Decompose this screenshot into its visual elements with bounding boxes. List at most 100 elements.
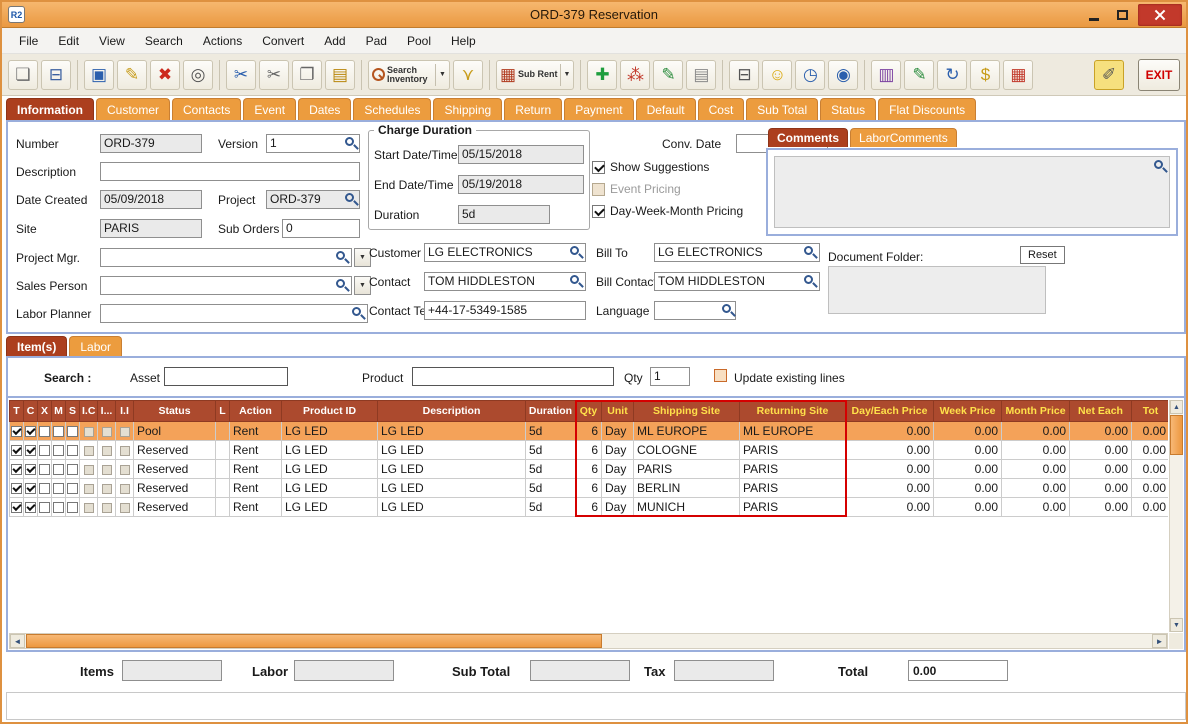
tab-shipping[interactable]: Shipping xyxy=(433,98,503,120)
menu-add[interactable]: Add xyxy=(315,31,354,51)
row-checkbox-cell[interactable] xyxy=(65,478,80,498)
horizontal-scroll-thumb[interactable] xyxy=(26,634,602,648)
scroll-right-button[interactable]: ► xyxy=(1152,634,1167,648)
tab-return[interactable]: Return xyxy=(504,98,563,120)
menu-pool[interactable]: Pool xyxy=(398,31,440,51)
row-checkbox-cell[interactable] xyxy=(51,497,66,517)
table-row[interactable]: Reserved Rent LG LED LG LED 5d 6 Day PARIS PARIS… xyxy=(9,459,1168,479)
transfer-button[interactable]: ↻ xyxy=(937,59,968,90)
reset-button[interactable]: Reset xyxy=(1020,246,1065,264)
row-checkbox-cell[interactable] xyxy=(51,440,66,460)
row-checkbox-cell[interactable] xyxy=(23,440,38,460)
table-row[interactable]: Reserved Rent LG LED LG LED 5d 6 Day BERLIN PARI… xyxy=(9,478,1168,498)
menu-edit[interactable]: Edit xyxy=(49,31,88,51)
row-checkbox-cell[interactable] xyxy=(65,497,80,517)
row-checkbox-cell[interactable] xyxy=(9,440,24,460)
tab-payment[interactable]: Payment xyxy=(564,98,634,120)
row-checkbox-cell[interactable] xyxy=(65,421,80,441)
row-checkbox[interactable] xyxy=(53,464,64,476)
number-field[interactable]: ORD-379 xyxy=(100,134,202,153)
col-header-i[interactable]: I... xyxy=(97,400,116,422)
col-header-x[interactable]: X xyxy=(37,400,52,422)
table-row[interactable]: Reserved Rent LG LED LG LED 5d 6 Day COLOGNE PAR… xyxy=(9,440,1168,460)
start-date-field[interactable]: 05/15/2018 xyxy=(458,145,584,164)
menu-pad[interactable]: Pad xyxy=(357,31,396,51)
row-checkbox[interactable] xyxy=(25,502,36,514)
row-checkbox-cell[interactable] xyxy=(9,497,24,517)
history-button[interactable]: ◷ xyxy=(795,59,826,90)
menu-actions[interactable]: Actions xyxy=(194,31,251,51)
row-checkbox[interactable] xyxy=(67,464,78,476)
site-field[interactable]: PARIS xyxy=(100,219,202,238)
vertical-scrollbar[interactable]: ▲ ▼ xyxy=(1169,400,1183,632)
row-checkbox-cell[interactable] xyxy=(65,440,80,460)
row-checkbox-cell[interactable] xyxy=(9,421,24,441)
dropdown-arrow-icon[interactable]: ▼ xyxy=(435,63,446,86)
maximize-button[interactable] xyxy=(1110,5,1134,25)
row-checkbox[interactable] xyxy=(25,483,36,495)
tab-cost[interactable]: Cost xyxy=(697,98,745,120)
row-checkbox-cell[interactable] xyxy=(37,421,52,441)
tab-dates[interactable]: Dates xyxy=(298,98,352,120)
tab-laborcomments[interactable]: LaborComments xyxy=(850,128,957,147)
project-lookup-icon[interactable] xyxy=(345,193,354,202)
note-edit-button[interactable]: ✎ xyxy=(653,59,684,90)
day-week-month-pricing-checkbox[interactable] xyxy=(592,204,605,218)
tab-contacts[interactable]: Contacts xyxy=(172,98,242,120)
col-header-s[interactable]: S xyxy=(65,400,80,422)
asset-input[interactable] xyxy=(164,367,288,386)
col-header-month-price[interactable]: Month Price xyxy=(1001,400,1070,422)
table-row[interactable]: Pool Rent LG LED LG LED 5d 6 Day ML EUROPE ML EU… xyxy=(9,421,1168,441)
pool-button[interactable]: ⁂ xyxy=(620,59,651,90)
row-checkbox[interactable] xyxy=(67,483,78,495)
col-header-l[interactable]: L xyxy=(215,400,230,422)
row-checkbox[interactable] xyxy=(53,502,64,514)
cut-button[interactable]: ✂ xyxy=(259,59,289,90)
row-checkbox-cell[interactable] xyxy=(65,459,80,479)
row-checkbox[interactable] xyxy=(11,502,22,514)
row-checkbox[interactable] xyxy=(39,483,50,495)
row-checkbox[interactable] xyxy=(25,464,36,476)
row-checkbox[interactable] xyxy=(39,464,50,476)
edit-button[interactable]: ✎ xyxy=(117,59,147,90)
row-checkbox[interactable] xyxy=(53,426,64,438)
tab-status[interactable]: Status xyxy=(820,98,877,120)
pour-button[interactable]: ⋎ xyxy=(452,59,483,90)
col-header-week-price[interactable]: Week Price xyxy=(933,400,1002,422)
row-checkbox[interactable] xyxy=(39,445,50,457)
labor-planner-field[interactable] xyxy=(100,304,368,323)
dropdown-arrow-icon[interactable]: ▼ xyxy=(559,63,570,86)
customer-lookup-icon[interactable] xyxy=(570,246,579,255)
row-checkbox[interactable] xyxy=(25,426,36,438)
tab-customer[interactable]: Customer xyxy=(96,98,171,120)
row-checkbox-cell[interactable] xyxy=(9,478,24,498)
tab-sub-total[interactable]: Sub Total xyxy=(746,98,819,120)
row-checkbox[interactable] xyxy=(39,426,50,438)
row-checkbox-cell[interactable] xyxy=(23,478,38,498)
find-button[interactable]: ◎ xyxy=(183,59,213,90)
qty-input[interactable]: 1 xyxy=(650,367,690,386)
scroll-up-button[interactable]: ▲ xyxy=(1170,400,1183,414)
exit-button[interactable]: EXIT xyxy=(1138,58,1180,91)
contact-field[interactable]: TOM HIDDLESTON xyxy=(424,272,586,291)
col-header-day-each-price[interactable]: Day/Each Price xyxy=(845,400,934,422)
col-header-status[interactable]: Status xyxy=(133,400,216,422)
customer-field[interactable]: LG ELECTRONICS xyxy=(424,243,586,262)
row-checkbox-cell[interactable] xyxy=(51,459,66,479)
tab-schedules[interactable]: Schedules xyxy=(353,98,432,120)
sales-person-field[interactable] xyxy=(100,276,352,295)
col-header-duration[interactable]: Duration xyxy=(525,400,576,422)
sub-total-field[interactable] xyxy=(530,660,630,681)
menu-view[interactable]: View xyxy=(90,31,134,51)
col-header-t[interactable]: T xyxy=(9,400,24,422)
col-header-i-c[interactable]: I.C xyxy=(79,400,98,422)
total-field[interactable]: 0.00 xyxy=(908,660,1008,681)
row-checkbox[interactable] xyxy=(67,445,78,457)
col-header-tot[interactable]: Tot xyxy=(1131,400,1168,422)
menu-search[interactable]: Search xyxy=(136,31,192,51)
col-header-description[interactable]: Description xyxy=(377,400,526,422)
row-checkbox[interactable] xyxy=(11,483,22,495)
comments-textarea[interactable] xyxy=(774,156,1170,228)
project-mgr-lookup-icon[interactable] xyxy=(336,251,345,260)
project-mgr-field[interactable] xyxy=(100,248,352,267)
